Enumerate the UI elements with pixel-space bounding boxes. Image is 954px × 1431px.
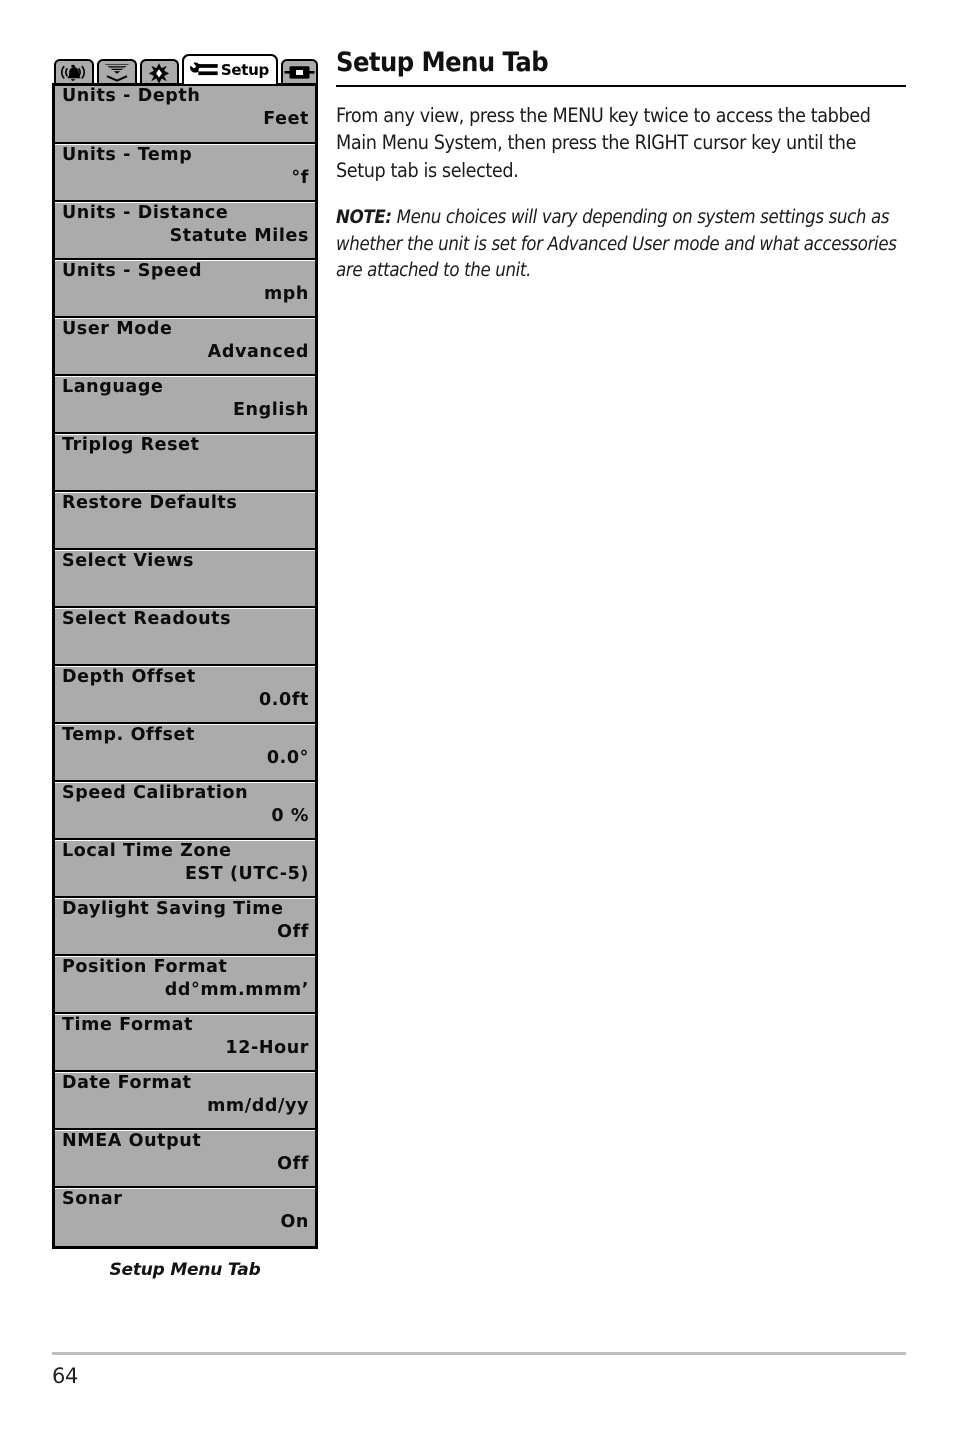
screen-icon: [284, 64, 315, 81]
menu-item-user-mode[interactable]: User Mode Advanced: [55, 318, 315, 376]
menu-item-date-format[interactable]: Date Format mm/dd/yy: [55, 1072, 315, 1130]
menu-item-label: Time Format: [62, 1015, 194, 1035]
menu-item-local-time-zone[interactable]: Local Time Zone EST (UTC-5): [55, 840, 315, 898]
menu-item-value: On: [280, 1211, 309, 1232]
manual-page: Setup Units - Depth Feet Units - Temp °f…: [0, 0, 954, 1431]
menu-item-label: User Mode: [62, 319, 173, 339]
menu-item-value: EST (UTC-5): [184, 863, 309, 884]
menu-item-label: Language: [62, 377, 164, 397]
menu-item-label: Speed Calibration: [62, 783, 249, 803]
menu-item-value: Off: [277, 1153, 309, 1174]
menu-item-label: Restore Defaults: [62, 493, 238, 513]
page-footer: 64: [52, 1352, 906, 1388]
menu-item-depth-offset[interactable]: Depth Offset 0.0ft: [55, 666, 315, 724]
menu-item-value: Statute Miles: [169, 225, 309, 246]
menu-item-label: Units - Temp: [62, 145, 193, 165]
menu-item-value: °f: [291, 167, 309, 188]
alarm-tab[interactable]: [54, 59, 94, 84]
menu-item-sonar[interactable]: Sonar On: [55, 1188, 315, 1246]
menu-item-label: Depth Offset: [62, 667, 196, 687]
menu-item-label: NMEA Output: [62, 1131, 202, 1151]
menu-item-label: Temp. Offset: [62, 725, 195, 745]
menu-item-select-readouts[interactable]: Select Readouts: [55, 608, 315, 666]
menu-item-units-temp[interactable]: Units - Temp °f: [55, 144, 315, 202]
menu-item-value: mm/dd/yy: [207, 1095, 309, 1116]
article-content: Setup Menu Tab From any view, press the …: [336, 48, 906, 285]
menu-item-position-format[interactable]: Position Format dd°mm.mmm’: [55, 956, 315, 1014]
menu-item-label: Select Readouts: [62, 609, 232, 629]
menu-item-daylight-saving-time[interactable]: Daylight Saving Time Off: [55, 898, 315, 956]
menu-item-units-depth[interactable]: Units - Depth Feet: [55, 86, 315, 144]
menu-item-nmea-output[interactable]: NMEA Output Off: [55, 1130, 315, 1188]
note-label: NOTE:: [336, 206, 392, 228]
sonar-beam-icon: [103, 63, 131, 82]
menu-item-label: Triplog Reset: [62, 435, 200, 455]
menu-item-value: 0.0°: [266, 747, 309, 768]
menu-item-label: Select Views: [62, 551, 195, 571]
footer-divider: [52, 1352, 906, 1355]
setup-tab-label: Setup: [220, 60, 269, 79]
menu-item-label: Sonar: [62, 1189, 123, 1209]
menu-item-label: Units - Speed: [62, 261, 203, 281]
menu-item-label: Daylight Saving Time: [62, 899, 284, 919]
note-paragraph: NOTE: Menu choices will vary depending o…: [336, 205, 905, 285]
wrench-icon: [189, 60, 218, 80]
menu-item-value: Feet: [263, 108, 309, 129]
setup-tab[interactable]: Setup: [181, 54, 278, 84]
menu-item-units-speed[interactable]: Units - Speed mph: [55, 260, 315, 318]
heading-divider: [336, 84, 906, 87]
menu-item-units-distance[interactable]: Units - Distance Statute Miles: [55, 202, 315, 260]
menu-item-value: dd°mm.mmm’: [164, 979, 309, 1000]
menu-item-label: Units - Depth: [62, 86, 201, 106]
menu-item-label: Units - Distance: [62, 203, 229, 223]
menu-item-restore-defaults[interactable]: Restore Defaults: [55, 492, 315, 550]
sonar-tab[interactable]: [97, 59, 137, 84]
menu-item-value: Off: [277, 921, 309, 942]
menu-item-temp-offset[interactable]: Temp. Offset 0.0°: [55, 724, 315, 782]
menu-item-value: mph: [263, 283, 309, 304]
page-number: 64: [52, 1364, 79, 1388]
views-tab[interactable]: [281, 59, 318, 84]
menu-item-label: Local Time Zone: [62, 841, 232, 861]
menu-item-value: Advanced: [207, 341, 309, 362]
menu-item-speed-calibration[interactable]: Speed Calibration 0 %: [55, 782, 315, 840]
note-text: Menu choices will vary depending on syst…: [336, 206, 897, 282]
figure-caption: Setup Menu Tab: [109, 1260, 261, 1280]
setup-menu-list: Units - Depth Feet Units - Temp °f Units…: [52, 83, 318, 1249]
menu-item-language[interactable]: Language English: [55, 376, 315, 434]
menu-item-select-views[interactable]: Select Views: [55, 550, 315, 608]
menu-tab-strip: Setup: [52, 52, 318, 84]
display-tab[interactable]: [140, 59, 179, 84]
menu-item-value: English: [232, 399, 309, 420]
menu-item-value: 12-Hour: [225, 1037, 309, 1058]
menu-item-triplog-reset[interactable]: Triplog Reset: [55, 434, 315, 492]
menu-item-value: 0 %: [271, 805, 309, 826]
setup-menu-screenshot-figure: Setup Units - Depth Feet Units - Temp °f…: [52, 52, 318, 1280]
brightness-sun-icon: [147, 62, 171, 84]
intro-paragraph: From any view, press the MENU key twice …: [336, 103, 871, 183]
menu-item-label: Position Format: [62, 957, 228, 977]
alarm-bell-icon: [59, 64, 89, 81]
menu-item-value: 0.0ft: [259, 689, 309, 710]
menu-item-label: Date Format: [62, 1073, 192, 1093]
page-title: Setup Menu Tab: [336, 47, 549, 78]
menu-item-time-format[interactable]: Time Format 12-Hour: [55, 1014, 315, 1072]
